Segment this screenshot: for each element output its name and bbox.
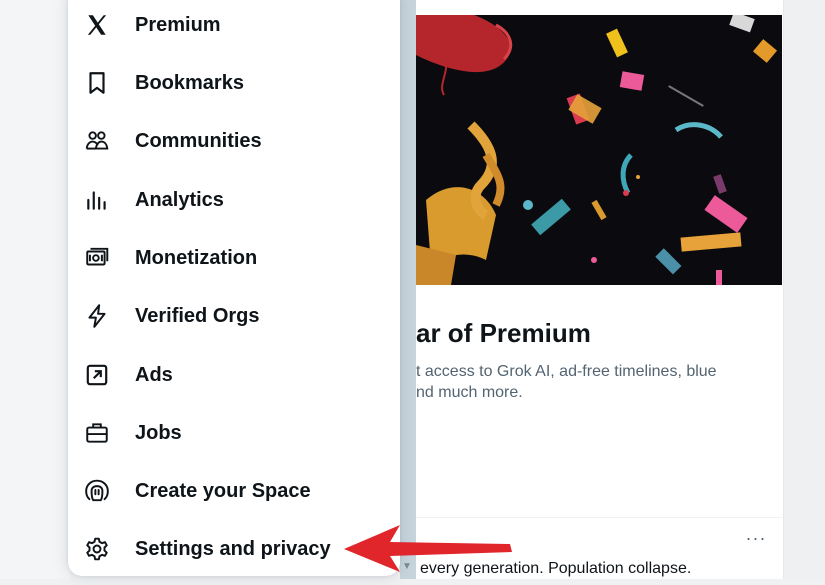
menu-item-label: Premium	[135, 13, 221, 36]
menu-item-label: Create your Space	[135, 479, 311, 502]
menu-item-label: Settings and privacy	[135, 537, 331, 560]
menu-item-analytics[interactable]: Analytics	[68, 171, 400, 229]
menu-scrollbar[interactable]	[400, 0, 416, 579]
communities-icon	[84, 128, 110, 154]
more-options-button[interactable]: ···	[742, 529, 770, 554]
annotation-arrow	[330, 520, 520, 580]
analytics-icon	[84, 187, 110, 213]
lightning-icon	[84, 303, 110, 329]
microphone-icon	[84, 478, 110, 504]
menu-item-communities[interactable]: Communities	[68, 112, 400, 170]
menu-item-label: Verified Orgs	[135, 304, 260, 327]
menu-item-jobs[interactable]: Jobs	[68, 404, 400, 462]
promo-title: ar of Premium	[416, 318, 591, 348]
ads-arrow-icon	[84, 362, 110, 388]
menu-item-label: Communities	[135, 129, 262, 152]
menu-item-verified-orgs[interactable]: Verified Orgs	[68, 287, 400, 345]
menu-item-label: Analytics	[135, 188, 224, 211]
menu-item-label: Bookmarks	[135, 71, 244, 94]
menu-item-ads[interactable]: Ads	[68, 346, 400, 404]
promo-description-line: t access to Grok AI, ad-free timelines, …	[416, 363, 717, 380]
menu-item-premium[interactable]: Premium	[68, 0, 400, 54]
x-logo-icon	[84, 12, 110, 38]
promo-description-line: nd much more.	[416, 384, 523, 401]
divider	[416, 517, 782, 518]
monetization-icon	[84, 245, 110, 271]
menu-item-label: Monetization	[135, 246, 258, 269]
bookmark-icon	[84, 70, 110, 96]
menu-item-monetization[interactable]: Monetization	[68, 229, 400, 287]
menu-item-create-space[interactable]: Create your Space	[68, 462, 400, 520]
menu-item-label: Jobs	[135, 421, 182, 444]
gear-icon	[84, 536, 110, 562]
menu-item-label: Ads	[135, 363, 173, 386]
column-border	[783, 0, 784, 579]
promo-description: t access to Grok AI, ad-free timelines, …	[416, 361, 736, 403]
left-gutter	[0, 0, 70, 579]
briefcase-icon	[84, 420, 110, 446]
menu-item-bookmarks[interactable]: Bookmarks	[68, 54, 400, 112]
right-gutter	[783, 0, 825, 579]
confetti-illustration	[416, 15, 782, 285]
premium-celebration-image	[416, 15, 782, 285]
